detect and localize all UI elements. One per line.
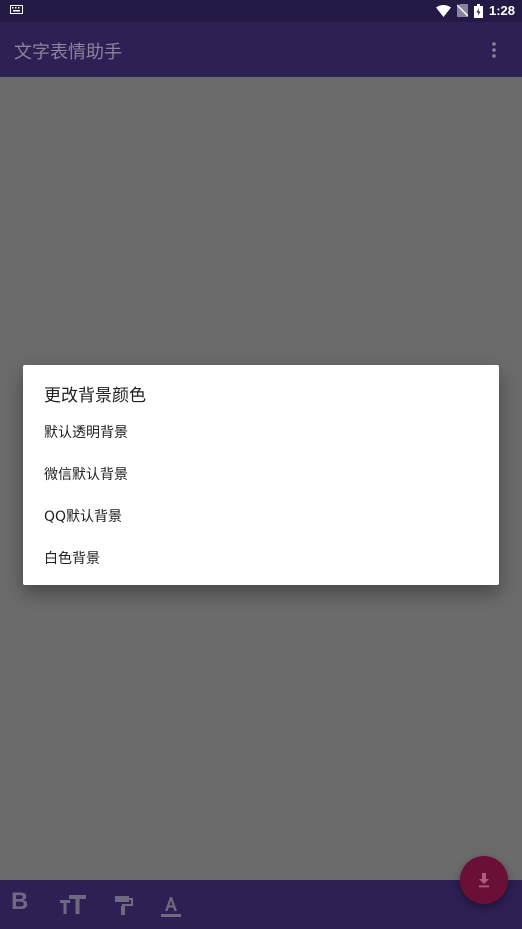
clock: 1:28 xyxy=(488,3,515,18)
option-label: 默认透明背景 xyxy=(44,425,128,441)
more-vert-icon[interactable] xyxy=(484,40,504,60)
dialog-title: 更改背景颜色 xyxy=(44,386,146,406)
background-color-dialog: 更改背景颜色 默认透明背景 微信默认背景 QQ默认背景 白色背景 xyxy=(23,365,499,585)
option-transparent-background[interactable]: 默认透明背景 xyxy=(23,411,499,453)
download-button[interactable] xyxy=(460,856,508,904)
option-label: QQ默认背景 xyxy=(44,509,123,525)
option-white-background[interactable]: 白色背景 xyxy=(23,537,499,579)
no-sim-icon xyxy=(456,4,468,17)
status-bar: 1:28 xyxy=(0,0,522,22)
option-wechat-background[interactable]: 微信默认背景 xyxy=(23,453,499,495)
option-label: 白色背景 xyxy=(44,551,100,567)
download-icon xyxy=(479,873,489,888)
bottom-toolbar: B xyxy=(0,880,522,929)
keyboard-icon xyxy=(10,5,23,14)
paint-roller-icon[interactable] xyxy=(108,890,138,920)
text-color-icon[interactable] xyxy=(156,890,186,920)
app-title: 文字表情助手 xyxy=(14,42,122,63)
battery-icon xyxy=(473,3,483,18)
app-bar: 文字表情助手 xyxy=(0,22,522,77)
option-qq-background[interactable]: QQ默认背景 xyxy=(23,495,499,537)
bold-icon[interactable]: B xyxy=(11,888,28,916)
wifi-icon xyxy=(435,4,451,17)
option-label: 微信默认背景 xyxy=(44,467,128,483)
text-size-icon[interactable] xyxy=(58,890,88,920)
